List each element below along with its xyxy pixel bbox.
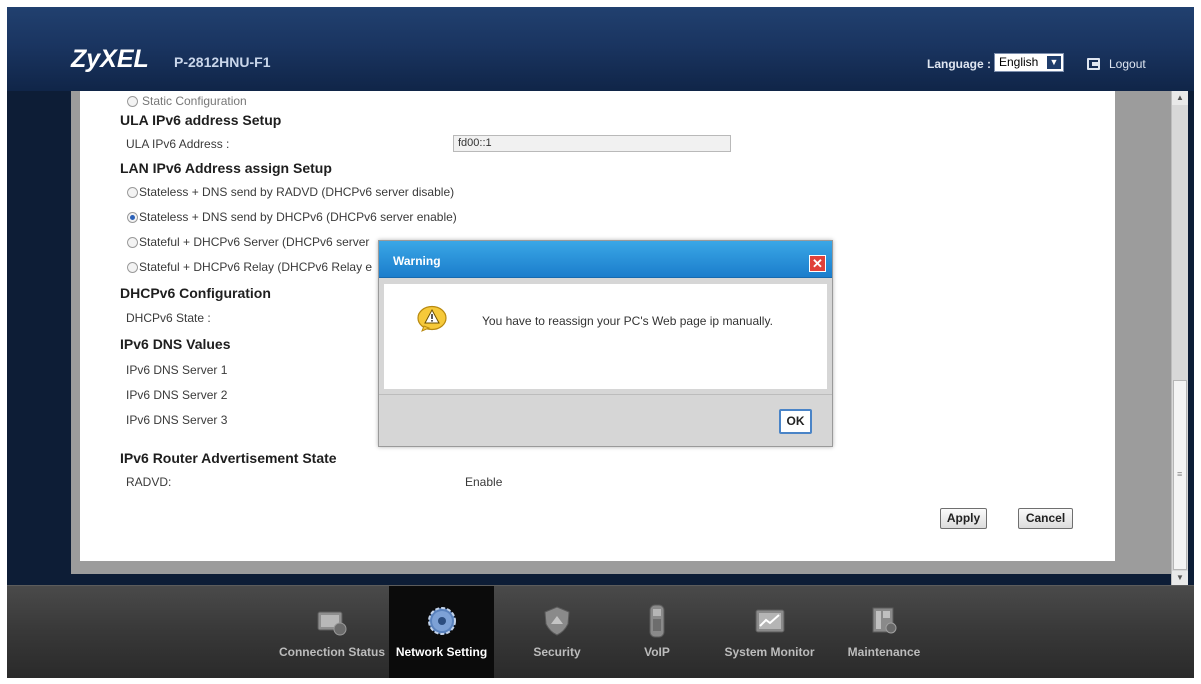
chevron-down-icon: ▼ — [1047, 56, 1061, 69]
radio-button[interactable] — [127, 186, 138, 198]
nav-label: Network Setting — [395, 645, 488, 659]
nav-security[interactable]: Security — [507, 586, 607, 678]
close-icon[interactable]: ✕ — [809, 255, 826, 272]
vertical-scrollbar[interactable]: ▲ ≡ ▼ — [1171, 91, 1188, 585]
security-icon — [544, 606, 570, 636]
scroll-down-arrow[interactable]: ▼ — [1172, 571, 1188, 585]
language-label: Language : — [927, 57, 992, 71]
radio-button-selected[interactable] — [127, 211, 138, 223]
radvd-label: RADVD: — [126, 475, 172, 489]
dhcp-state-label: DHCPv6 State : — [126, 311, 211, 325]
ok-button[interactable]: OK — [779, 409, 812, 434]
nav-connection-status[interactable]: Connection Status — [277, 586, 387, 678]
dialog-body: You have to reassign your PC's Web page … — [384, 284, 827, 389]
model-name: P-2812HNU-F1 — [174, 54, 271, 70]
nav-system-monitor[interactable]: System Monitor — [712, 586, 827, 678]
lan-option-label: Stateless + DNS send by DHCPv6 (DHCPv6 s… — [139, 210, 457, 224]
network-setting-icon — [427, 607, 456, 635]
radio-button[interactable] — [127, 95, 138, 107]
nav-network-setting[interactable]: Network Setting — [389, 586, 494, 678]
ula-address-input[interactable]: fd00::1 — [453, 135, 731, 152]
dns-server-1-label: IPv6 DNS Server 1 — [126, 363, 228, 377]
lan-option-3[interactable]: Stateful + DHCPv6 Relay (DHCPv6 Relay e — [127, 260, 372, 274]
nav-label: Security — [533, 645, 581, 659]
lan-option-1[interactable]: Stateless + DNS send by DHCPv6 (DHCPv6 s… — [127, 210, 457, 224]
language-value: English — [999, 55, 1039, 69]
language-select[interactable]: English ▼ — [994, 53, 1064, 72]
zyxel-logo: ZyXEL — [71, 45, 149, 73]
static-config-label: Static Configuration — [142, 94, 247, 108]
bottom-navigation: Connection Status Network Setting Securi… — [7, 585, 1194, 678]
dialog-message: You have to reassign your PC's Web page … — [482, 314, 773, 328]
radio-button[interactable] — [127, 236, 138, 248]
nav-label: Maintenance — [847, 645, 921, 659]
nav-label: Connection Status — [278, 645, 385, 659]
nav-voip[interactable]: VoIP — [622, 586, 692, 678]
static-config-option[interactable]: Static Configuration — [127, 94, 247, 108]
radio-button[interactable] — [127, 261, 138, 273]
voip-icon — [649, 604, 665, 638]
dialog-title-bar: Warning ✕ — [379, 241, 832, 278]
header: ZyXEL P-2812HNU-F1 Language : English ▼ … — [7, 7, 1194, 91]
cancel-button[interactable]: Cancel — [1018, 508, 1073, 529]
scroll-up-arrow[interactable]: ▲ — [1172, 91, 1188, 105]
nav-label: VoIP — [644, 645, 670, 659]
nav-maintenance[interactable]: Maintenance — [839, 586, 929, 678]
logout-link[interactable]: Logout — [1109, 57, 1146, 71]
ula-section-title: ULA IPv6 address Setup — [120, 112, 282, 128]
lan-option-0[interactable]: Stateless + DNS send by RADVD (DHCPv6 se… — [127, 185, 454, 199]
warning-dialog: Warning ✕ You have to reassign your PC's… — [378, 240, 833, 447]
ra-section-title: IPv6 Router Advertisement State — [120, 450, 337, 466]
system-monitor-icon — [755, 609, 784, 633]
lan-section-title: LAN IPv6 Address assign Setup — [120, 160, 332, 176]
radvd-value: Enable — [465, 475, 503, 489]
app-window: ZyXEL P-2812HNU-F1 Language : English ▼ … — [7, 7, 1194, 678]
connection-status-icon — [317, 611, 347, 636]
scroll-thumb[interactable]: ≡ — [1173, 380, 1187, 570]
dns-section-title: IPv6 DNS Values — [120, 336, 231, 352]
dns-server-2-label: IPv6 DNS Server 2 — [126, 388, 228, 402]
dialog-title: Warning — [393, 254, 441, 268]
ula-address-label: ULA IPv6 Address : — [126, 137, 230, 151]
warning-icon — [417, 305, 447, 332]
lan-option-2[interactable]: Stateful + DHCPv6 Server (DHCPv6 server — [127, 235, 369, 249]
dhcp-section-title: DHCPv6 Configuration — [120, 285, 271, 301]
nav-label: System Monitor — [724, 645, 815, 659]
lan-option-label: Stateful + DHCPv6 Relay (DHCPv6 Relay e — [139, 260, 373, 274]
lan-option-label: Stateless + DNS send by RADVD (DHCPv6 se… — [139, 185, 455, 199]
dns-server-3-label: IPv6 DNS Server 3 — [126, 413, 228, 427]
apply-button[interactable]: Apply — [940, 508, 987, 529]
maintenance-icon — [872, 607, 897, 634]
lan-option-label: Stateful + DHCPv6 Server (DHCPv6 server — [139, 235, 370, 249]
dialog-footer: OK — [379, 394, 832, 446]
logout-icon[interactable] — [1087, 58, 1100, 70]
